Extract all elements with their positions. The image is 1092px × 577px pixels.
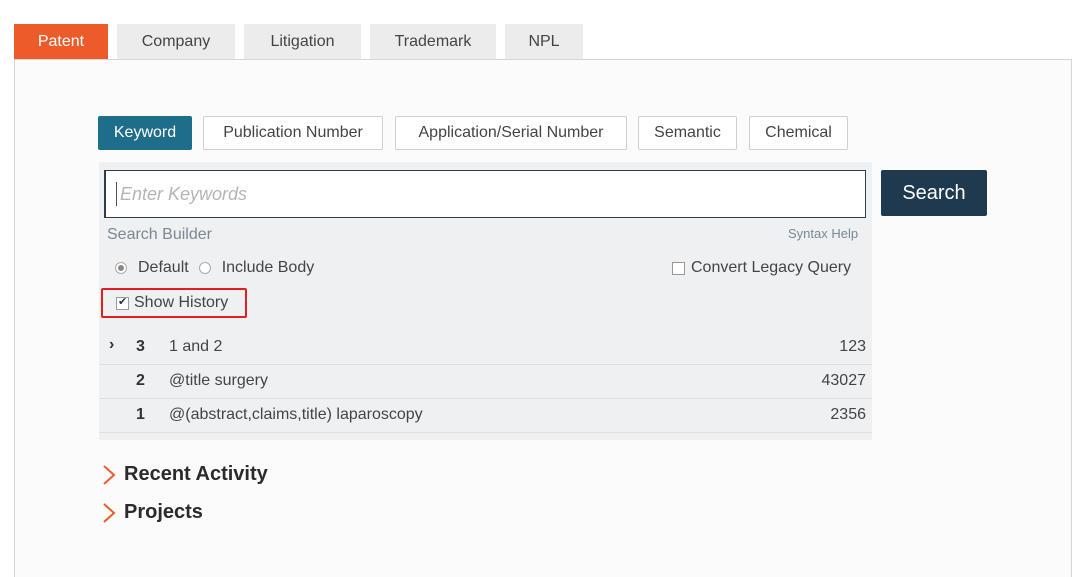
show-history-label: Show History: [134, 294, 229, 311]
convert-legacy-option: Convert Legacy Query: [672, 259, 851, 277]
history-row: › 3 1 and 2 123: [99, 331, 872, 365]
history-row: 2 @title surgery 43027: [99, 365, 872, 399]
tab-patent[interactable]: Patent: [14, 24, 108, 60]
history-count[interactable]: 43027: [822, 372, 867, 390]
recent-activity-toggle[interactable]: Recent Activity: [102, 463, 268, 486]
history-query[interactable]: @title surgery: [169, 372, 268, 390]
include-body-radio-label: Include Body: [221, 259, 315, 276]
tab-npl[interactable]: NPL: [505, 24, 583, 60]
history-query[interactable]: 1 and 2: [169, 338, 222, 356]
search-type-application-serial-number[interactable]: Application/Serial Number: [395, 116, 627, 150]
history-count[interactable]: 123: [839, 338, 866, 356]
search-type-chemical[interactable]: Chemical: [749, 116, 848, 150]
projects-toggle[interactable]: Projects: [102, 501, 203, 524]
history-query[interactable]: @(abstract,claims,title) laparoscopy: [169, 406, 423, 424]
history-number: 3: [136, 338, 145, 355]
history-number: 2: [136, 372, 145, 389]
tab-litigation[interactable]: Litigation: [244, 24, 361, 60]
include-body-radio[interactable]: [198, 262, 211, 274]
history-number: 1: [136, 406, 145, 423]
search-type-publication-number[interactable]: Publication Number: [203, 116, 383, 150]
chevron-right-outline-icon: [103, 464, 116, 485]
default-radio-label: Default: [138, 259, 189, 276]
recent-activity-label: Recent Activity: [124, 463, 268, 485]
chevron-right-outline-icon: [103, 502, 116, 523]
search-button[interactable]: Search: [881, 170, 987, 216]
default-radio[interactable]: [115, 262, 127, 274]
search-builder-link[interactable]: Search Builder: [107, 226, 212, 244]
show-history-toggle[interactable]: Show History: [101, 288, 247, 318]
search-scope-options: Default Include Body: [115, 259, 324, 277]
show-history-checkbox[interactable]: [116, 295, 129, 310]
search-type-keyword[interactable]: Keyword: [98, 116, 192, 150]
tab-company[interactable]: Company: [117, 24, 235, 60]
search-type-semantic[interactable]: Semantic: [638, 116, 737, 150]
projects-label: Projects: [124, 501, 203, 523]
text-caret: [116, 182, 117, 206]
convert-legacy-label: Convert Legacy Query: [691, 259, 852, 276]
syntax-help-link[interactable]: Syntax Help: [788, 226, 858, 241]
keyword-search-input[interactable]: [104, 170, 866, 218]
chevron-right-icon[interactable]: ›: [109, 336, 114, 354]
history-row: 1 @(abstract,claims,title) laparoscopy 2…: [99, 399, 872, 433]
tab-trademark[interactable]: Trademark: [370, 24, 496, 60]
convert-legacy-checkbox[interactable]: [672, 261, 685, 275]
history-count[interactable]: 2356: [830, 406, 866, 424]
